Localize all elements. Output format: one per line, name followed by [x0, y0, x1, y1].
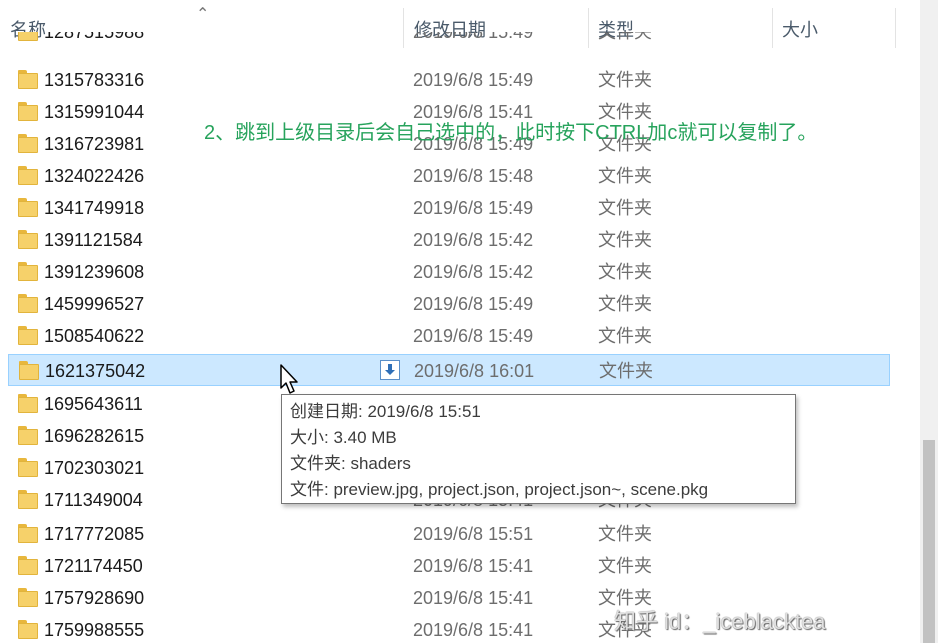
item-type: 文件夹 [598, 32, 652, 42]
item-name: 1621375042 [45, 361, 146, 381]
folder-icon [18, 524, 38, 544]
item-name: 1717772085 [44, 524, 145, 544]
folder-icon [18, 620, 38, 640]
item-name: 1391239608 [44, 262, 145, 282]
list-item[interactable]: 1287515988 2019/6/8 15:49 文件夹 [8, 32, 890, 48]
folder-icon [18, 198, 38, 218]
item-date: 2019/6/8 15:49 [413, 326, 534, 346]
list-item[interactable]: 1391121584 2019/6/8 15:42 文件夹 [8, 224, 890, 256]
item-name: 1316723981 [44, 134, 145, 154]
item-date: 2019/6/8 15:49 [413, 70, 534, 90]
item-date: 2019/6/8 15:41 [413, 556, 534, 576]
folder-icon [18, 394, 38, 414]
item-type: 文件夹 [598, 524, 652, 544]
item-name: 1459996527 [44, 294, 145, 314]
list-item[interactable]: 1341749918 2019/6/8 15:49 文件夹 [8, 192, 890, 224]
folder-icon [18, 588, 38, 608]
folder-icon [18, 294, 38, 314]
item-type: 文件夹 [598, 556, 652, 576]
folder-icon [18, 556, 38, 576]
folder-icon [18, 262, 38, 282]
item-name: 1508540622 [44, 326, 145, 346]
tooltip-folders: 文件夹: shaders [290, 454, 411, 473]
item-type: 文件夹 [598, 166, 652, 186]
item-name: 1711349004 [44, 490, 143, 510]
item-type: 文件夹 [598, 294, 652, 314]
item-name: 1695643611 [44, 394, 143, 414]
item-type: 文件夹 [599, 361, 653, 381]
item-name: 1696282615 [44, 426, 145, 446]
item-name: 1721174450 [44, 556, 143, 576]
folder-icon [18, 166, 38, 186]
item-name: 1287515988 [44, 32, 145, 42]
vertical-scrollbar[interactable] [920, 0, 938, 643]
item-date: 2019/6/8 15:48 [413, 166, 534, 186]
item-date: 2019/6/8 15:49 [413, 198, 534, 218]
item-name: 1341749918 [44, 198, 145, 218]
instruction-annotation: 2、跳到上级目录后会自己选中的，此时按下CTRL加c就可以复制了。 [204, 122, 818, 144]
folder-icon [18, 102, 38, 122]
list-item[interactable]: 1315783316 2019/6/8 15:49 文件夹 [8, 64, 890, 96]
item-type: 文件夹 [598, 70, 652, 90]
watermark: 知乎 id：_iceblacktea [614, 609, 826, 634]
list-item[interactable]: 1459996527 2019/6/8 15:49 文件夹 [8, 288, 890, 320]
folder-icon [18, 426, 38, 446]
folder-icon [18, 32, 38, 42]
folder-icon [18, 458, 38, 478]
item-type: 文件夹 [598, 230, 652, 250]
list-item-selected[interactable]: 1621375042 2019/6/8 16:01 文件夹 [8, 354, 890, 386]
list-item[interactable]: 1717772085 2019/6/8 15:51 文件夹 [8, 518, 890, 550]
folder-icon [18, 230, 38, 250]
item-date: 2019/6/8 15:51 [413, 524, 534, 544]
folder-icon [18, 134, 38, 154]
item-date: 2019/6/8 15:42 [413, 230, 534, 250]
item-date: 2019/6/8 15:49 [413, 294, 534, 314]
item-date: 2019/6/8 15:42 [413, 262, 534, 282]
item-name: 1757928690 [44, 588, 145, 608]
item-date: 2019/6/8 15:41 [413, 620, 534, 640]
folder-info-tooltip: 创建日期: 2019/6/8 15:51 大小: 3.40 MB 文件夹: sh… [281, 394, 796, 504]
folder-icon [18, 490, 38, 510]
item-type: 文件夹 [598, 198, 652, 218]
mouse-cursor-icon [280, 364, 298, 394]
item-type: 文件夹 [598, 326, 652, 346]
list-item[interactable]: 1721174450 2019/6/8 15:41 文件夹 [8, 550, 890, 582]
item-date: 2019/6/8 16:01 [414, 361, 535, 381]
item-date: 2019/6/8 15:41 [413, 588, 534, 608]
tooltip-size: 大小: 3.40 MB [290, 428, 397, 447]
list-item[interactable]: 1324022426 2019/6/8 15:48 文件夹 [8, 160, 890, 192]
list-item[interactable]: 1508540622 2019/6/8 15:49 文件夹 [8, 320, 890, 352]
item-name: 1315783316 [44, 70, 145, 90]
item-name: 1759988555 [44, 620, 145, 640]
list-item[interactable]: 1391239608 2019/6/8 15:42 文件夹 [8, 256, 890, 288]
item-date: 2019/6/8 15:49 [413, 32, 534, 42]
item-name: 1315991044 [44, 102, 145, 122]
item-type: 文件夹 [598, 262, 652, 282]
item-name: 1391121584 [44, 230, 143, 250]
folder-icon [18, 70, 38, 90]
tooltip-files: 文件: preview.jpg, project.json, project.j… [290, 480, 709, 499]
tooltip-created-date: 创建日期: 2019/6/8 15:51 [290, 402, 481, 421]
item-name: 1702303021 [44, 458, 145, 478]
item-name: 1324022426 [44, 166, 145, 186]
folder-icon [18, 326, 38, 346]
folder-icon [19, 361, 39, 381]
sort-ascending-icon: ⌃ [196, 6, 210, 23]
download-arrow-icon[interactable] [380, 360, 400, 380]
scrollbar-thumb[interactable] [923, 440, 935, 643]
